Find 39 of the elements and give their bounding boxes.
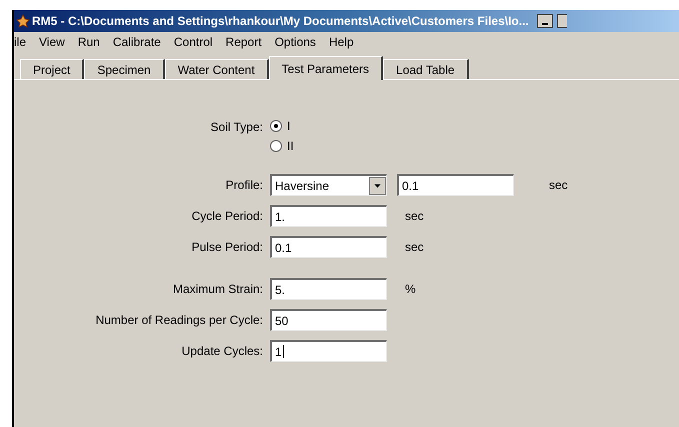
app-icon — [16, 14, 30, 28]
input-field[interactable]: 1 — [270, 340, 387, 362]
unit-label: sec — [405, 208, 424, 225]
maximize-button[interactable] — [556, 14, 567, 28]
field-label: Update Cycles: — [182, 343, 263, 360]
input-field[interactable]: 0.1 — [397, 174, 514, 196]
tab[interactable]: Test Parameters — [268, 56, 384, 80]
window-title: RM5 - C:\Documents and Settings\rhankour\My Documents\Active\Customers Files\Io... — [32, 13, 529, 30]
tab[interactable]: Specimen — [84, 59, 165, 79]
field-label: Profile: — [226, 177, 263, 194]
field-label: Cycle Period: — [192, 208, 263, 225]
menu-item[interactable]: Control — [174, 33, 213, 51]
radio-label: II — [287, 138, 294, 155]
input-field[interactable]: 5. — [270, 278, 387, 300]
input-field[interactable]: 1. — [270, 205, 387, 227]
unit-label: sec — [549, 177, 568, 194]
unit-label: sec — [405, 239, 424, 256]
tab[interactable]: Project — [20, 59, 84, 79]
radio-button[interactable] — [270, 140, 282, 152]
radio-label: I — [287, 118, 290, 135]
tab[interactable]: Water Content — [164, 59, 269, 79]
menu-item[interactable]: Calibrate — [112, 33, 161, 51]
menu-item[interactable]: View — [39, 33, 65, 51]
tab[interactable]: Load Table — [383, 59, 469, 79]
input-field[interactable]: 0.1 — [270, 236, 387, 258]
menu-item[interactable]: Report — [226, 33, 262, 51]
menu-item[interactable]: Run — [78, 33, 100, 51]
menu-item[interactable]: ile — [14, 33, 26, 51]
menu-item[interactable]: Options — [274, 33, 316, 51]
field-label: Pulse Period: — [192, 239, 263, 256]
field-label: Number of Readings per Cycle: — [96, 312, 263, 329]
field-label: Maximum Strain: — [172, 281, 263, 298]
minimize-button[interactable] — [536, 14, 553, 28]
radio-button[interactable] — [270, 120, 282, 132]
input-field[interactable]: 50 — [270, 309, 387, 331]
profile-dropdown[interactable]: Haversine — [270, 174, 387, 196]
menu-item[interactable]: Help — [328, 33, 354, 51]
field-label: Soil Type: — [210, 119, 263, 136]
unit-label: % — [405, 281, 416, 298]
